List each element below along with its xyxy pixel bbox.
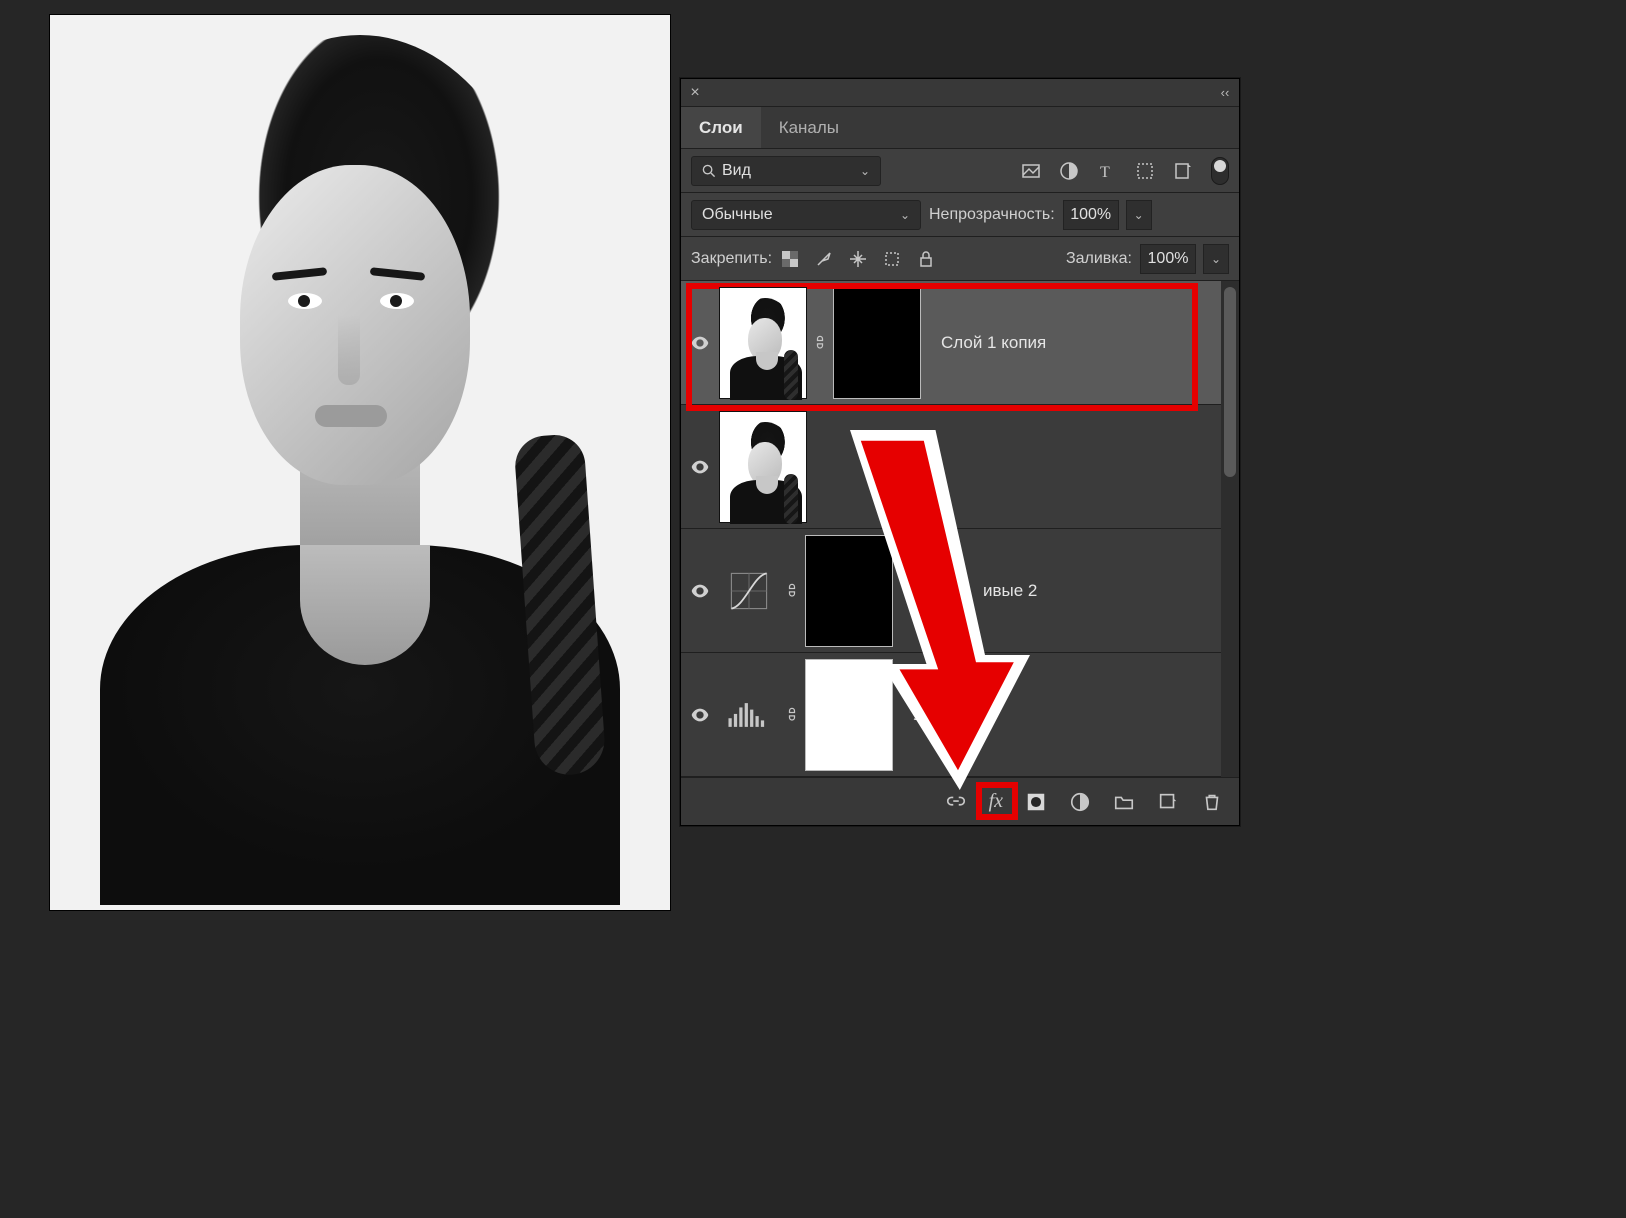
filter-type-icon[interactable]: T	[1097, 161, 1117, 181]
lock-pixels-icon[interactable]	[814, 249, 834, 269]
filter-pixel-icon[interactable]	[1021, 161, 1041, 181]
visibility-toggle[interactable]	[681, 704, 719, 726]
adjustment-levels-icon[interactable]	[719, 690, 779, 740]
document-canvas[interactable]	[50, 15, 670, 910]
filter-smart-icon[interactable]	[1173, 161, 1193, 181]
layer-name[interactable]: ивые 2	[983, 581, 1037, 601]
tab-layers[interactable]: Слои	[681, 107, 761, 148]
visibility-toggle[interactable]	[681, 456, 719, 478]
new-layer-icon[interactable]	[1157, 791, 1179, 813]
layer-mask-thumbnail[interactable]	[833, 287, 921, 399]
layer-filter-row: Вид ⌄ T	[681, 149, 1239, 193]
layers-panel: × ‹‹ Слои Каналы Вид ⌄ T	[680, 78, 1240, 826]
chevron-down-icon: ⌄	[860, 164, 870, 178]
lock-position-icon[interactable]	[848, 249, 868, 269]
layers-list: Слой 1 копия	[681, 281, 1239, 777]
adjustment-curves-icon[interactable]	[719, 566, 779, 616]
delete-layer-icon[interactable]	[1201, 791, 1223, 813]
layer-row[interactable]	[681, 405, 1239, 529]
layer-kind-select[interactable]: Вид ⌄	[691, 156, 881, 186]
blend-opacity-row: Обычные ⌄ Непрозрачность: 100% ⌄	[681, 193, 1239, 237]
layer-kind-label: Вид	[722, 162, 751, 180]
layer-row[interactable]: ивые 2	[681, 529, 1239, 653]
lock-artboard-icon[interactable]	[882, 249, 902, 269]
add-mask-icon[interactable]	[1025, 791, 1047, 813]
panel-header: × ‹‹	[681, 79, 1239, 107]
layer-row[interactable]: Слой 1 копия	[681, 281, 1239, 405]
opacity-label: Непрозрачность:	[929, 206, 1055, 224]
layer-row[interactable]: Уровни 1	[681, 653, 1239, 777]
blend-mode-select[interactable]: Обычные ⌄	[691, 200, 921, 230]
panel-close-icon[interactable]: ×	[681, 84, 709, 102]
link-mask-icon[interactable]	[779, 581, 805, 601]
portrait-image	[50, 15, 670, 910]
search-icon	[702, 164, 716, 178]
visibility-toggle[interactable]	[681, 580, 719, 602]
link-layers-icon[interactable]	[945, 791, 967, 813]
layer-mask-thumbnail[interactable]	[805, 535, 893, 647]
fill-value[interactable]: 100%	[1140, 244, 1196, 274]
layer-thumbnail[interactable]	[719, 287, 807, 399]
chevron-down-icon: ⌄	[900, 208, 910, 222]
layers-bottom-toolbar: fx	[681, 777, 1239, 825]
link-mask-icon[interactable]	[807, 333, 833, 353]
tab-channels[interactable]: Каналы	[761, 107, 857, 148]
layer-name[interactable]: Уровни 1	[913, 705, 984, 725]
fill-dropdown-icon[interactable]: ⌄	[1203, 244, 1229, 274]
filter-toggle[interactable]	[1211, 157, 1229, 185]
lock-fill-row: Закрепить: Заливка: 100% ⌄	[681, 237, 1239, 281]
layer-effects-icon[interactable]: fx	[989, 790, 1003, 813]
filter-shape-icon[interactable]	[1135, 161, 1155, 181]
opacity-dropdown-icon[interactable]: ⌄	[1126, 200, 1152, 230]
opacity-value[interactable]: 100%	[1063, 200, 1119, 230]
blend-mode-value: Обычные	[702, 206, 773, 224]
layer-name[interactable]: Слой 1 копия	[941, 333, 1046, 353]
new-adjustment-icon[interactable]	[1069, 791, 1091, 813]
filter-adjustment-icon[interactable]	[1059, 161, 1079, 181]
layers-scrollbar[interactable]	[1221, 281, 1239, 777]
lock-all-icon[interactable]	[916, 249, 936, 269]
layer-mask-thumbnail[interactable]	[805, 659, 893, 771]
lock-transparency-icon[interactable]	[780, 249, 800, 269]
fill-label: Заливка:	[1066, 250, 1132, 268]
new-group-icon[interactable]	[1113, 791, 1135, 813]
lock-label: Закрепить:	[691, 250, 772, 268]
panel-tabs: Слои Каналы	[681, 107, 1239, 149]
layer-thumbnail[interactable]	[719, 411, 807, 523]
visibility-toggle[interactable]	[681, 332, 719, 354]
link-mask-icon[interactable]	[779, 705, 805, 725]
svg-text:T: T	[1100, 164, 1110, 181]
panel-collapse-icon[interactable]: ‹‹	[1211, 85, 1239, 100]
